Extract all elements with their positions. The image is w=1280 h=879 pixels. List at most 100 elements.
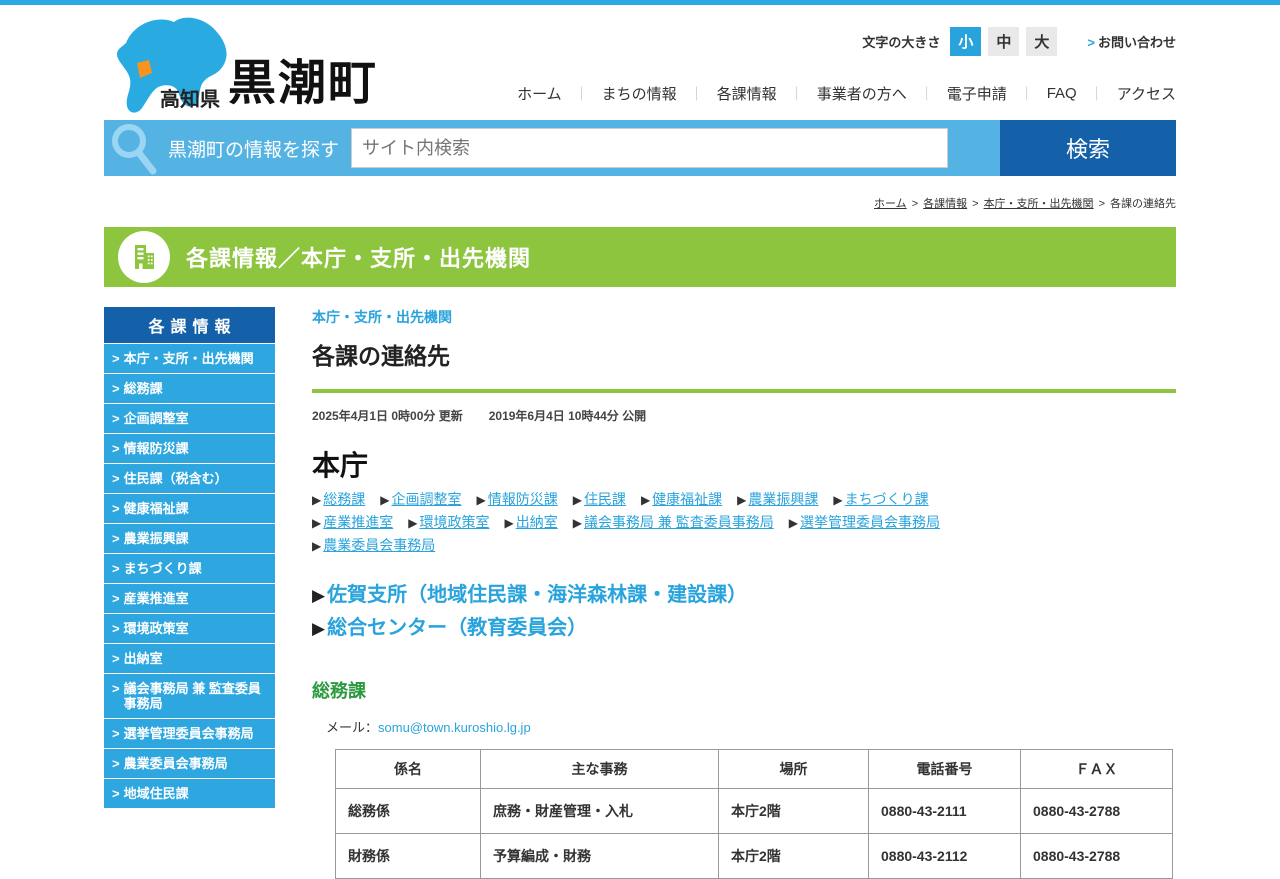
dept-link-item: ▶ 選挙管理委員会事務局 — [789, 514, 940, 530]
breadcrumb-current: 各課の連絡先 — [1110, 198, 1176, 210]
chevron-right-icon: > — [112, 531, 120, 546]
sidebar-item-label: 環境政策室 — [123, 621, 189, 636]
nav-item-2[interactable]: まちの情報 — [589, 83, 690, 104]
chevron-right-icon: > — [112, 651, 120, 666]
table-header-cell: 主な事務 — [480, 749, 719, 789]
sidebar-item[interactable]: > 産業推進室 — [104, 583, 275, 613]
breadcrumb-link[interactable]: ホーム — [874, 198, 907, 210]
font-size-button-小[interactable]: 小 — [950, 27, 982, 56]
dept-link[interactable]: 選挙管理委員会事務局 — [800, 514, 940, 530]
sidebar-item[interactable]: > 情報防災課 — [104, 433, 275, 463]
chevron-right-icon: > — [1087, 35, 1095, 50]
dept-link[interactable]: まちづくり課 — [845, 491, 929, 507]
soumu-heading: 総務課 — [312, 681, 366, 701]
category-link[interactable]: 本庁・支所・出先機関 — [312, 309, 452, 325]
sidebar-item[interactable]: > 地域住民課 — [104, 778, 275, 808]
sidebar-item-label: 住民課（税含む） — [123, 471, 228, 486]
nav-item-3[interactable]: 各課情報 — [704, 83, 790, 104]
banner-title: 各課情報／本庁・支所・出先機関 — [186, 246, 532, 271]
search-icon — [112, 124, 157, 175]
dept-link[interactable]: 産業推進室 — [323, 514, 393, 530]
dept-link[interactable]: 出納室 — [516, 514, 558, 530]
dept-link[interactable]: 農業振興課 — [748, 491, 818, 507]
mail-link[interactable]: somu@town.kuroshio.lg.jp — [378, 720, 531, 735]
branch-link-line: ▶ 佐賀支所（地域住民課・海洋森林課・建設課） — [312, 579, 1176, 612]
sidebar-item[interactable]: > 農業委員会事務局 — [104, 748, 275, 778]
triangle-bullet-icon: ▶ — [833, 493, 843, 507]
dept-link[interactable]: 住民課 — [584, 491, 626, 507]
dept-link[interactable]: 情報防災課 — [488, 491, 558, 507]
table-cell: 本庁2階 — [718, 788, 869, 834]
sidebar-item-label: 健康福祉課 — [123, 501, 189, 516]
font-size-button-中[interactable]: 中 — [988, 27, 1020, 56]
nav-separator: ｜ — [1019, 85, 1034, 102]
dept-link[interactable]: 農業委員会事務局 — [323, 537, 435, 553]
sidebar-item-label: 企画調整室 — [123, 411, 189, 426]
sidebar-item[interactable]: > 企画調整室 — [104, 403, 275, 433]
sidebar-item-label: 本庁・支所・出先機関 — [123, 351, 254, 366]
sidebar-item[interactable]: > 議会事務局 兼 監査委員事務局 — [104, 673, 275, 718]
sidebar-item[interactable]: > まちづくり課 — [104, 553, 275, 583]
sidebar-item-label: 農業委員会事務局 — [123, 756, 228, 771]
dept-link[interactable]: 健康福祉課 — [652, 491, 722, 507]
dept-link[interactable]: 企画調整室 — [391, 491, 461, 507]
table-cell: 0880-43-2112 — [868, 833, 1021, 879]
sidebar-item[interactable]: > 住民課（税含む） — [104, 463, 275, 493]
dept-link-item: ▶ 情報防災課 — [476, 491, 557, 507]
chevron-right-icon: > — [112, 681, 120, 696]
branch-links: ▶ 佐賀支所（地域住民課・海洋森林課・建設課） ▶ 総合センター（教育委員会） — [312, 579, 1176, 645]
dept-link-item: ▶ 産業推進室 — [312, 514, 393, 530]
sidebar-item[interactable]: > 農業振興課 — [104, 523, 275, 553]
search-input[interactable] — [351, 128, 949, 168]
dept-link[interactable]: 議会事務局 兼 監査委員事務局 — [584, 514, 774, 530]
site-logo[interactable]: 高知県 黒潮町 — [104, 9, 464, 119]
nav-item-7[interactable]: アクセス — [1104, 83, 1176, 104]
dept-link-item: ▶ 企画調整室 — [380, 491, 461, 507]
breadcrumb-separator: > — [911, 198, 919, 210]
font-size-button-大[interactable]: 大 — [1026, 27, 1058, 56]
table-header-cell: ＦＡＸ — [1020, 749, 1173, 789]
search-band: 黒潮町の情報を探す 検索 — [104, 120, 1176, 176]
dept-link[interactable]: 環境政策室 — [419, 514, 489, 530]
dept-link-item: ▶ 健康福祉課 — [641, 491, 722, 507]
sidebar-item-label: 総務課 — [123, 381, 163, 396]
triangle-bullet-icon: ▶ — [312, 586, 326, 605]
sidebar-item[interactable]: > 健康福祉課 — [104, 493, 275, 523]
nav-item-4[interactable]: 事業者の方へ — [804, 83, 920, 104]
sidebar-item[interactable]: > 環境政策室 — [104, 613, 275, 643]
table-header-cell: 係名 — [335, 749, 481, 789]
nav-item-1[interactable]: ホーム — [504, 83, 575, 104]
search-button[interactable]: 検索 — [1000, 120, 1176, 176]
chevron-right-icon: > — [112, 561, 120, 576]
table-cell: 財務係 — [335, 833, 481, 879]
category-banner: 各課情報／本庁・支所・出先機関 — [104, 227, 1176, 287]
branch-link[interactable]: 佐賀支所（地域住民課・海洋森林課・建設課） — [327, 584, 747, 606]
updated-date: 2025年4月1日 0時00分 更新 — [312, 409, 463, 423]
sidebar-item-label: 産業推進室 — [123, 591, 189, 606]
chevron-right-icon: > — [112, 441, 120, 456]
contact-link[interactable]: > お問い合わせ — [1087, 32, 1176, 51]
chevron-right-icon: > — [112, 411, 120, 426]
table-cell: 0880-43-2788 — [1020, 833, 1173, 879]
triangle-bullet-icon: ▶ — [640, 493, 651, 507]
sidebar-item[interactable]: > 本庁・支所・出先機関 — [104, 343, 275, 373]
branch-link[interactable]: 総合センター（教育委員会） — [327, 617, 587, 639]
nav-item-5[interactable]: 電子申請 — [934, 83, 1020, 104]
breadcrumb-link[interactable]: 各課情報 — [923, 198, 967, 210]
sidebar-item[interactable]: > 出納室 — [104, 643, 275, 673]
breadcrumb-link[interactable]: 本庁・支所・出先機関 — [984, 198, 1094, 210]
font-size-label: 文字の大きさ — [862, 35, 941, 50]
sidebar-item-label: 情報防災課 — [123, 441, 189, 456]
dept-link[interactable]: 総務課 — [323, 491, 365, 507]
contact-table: 係名 主な事務 場所 電話番号 ＦＡＸ 総務係 庶務・財産管理・入札 本庁2階 0880-43… — [335, 749, 1173, 879]
sidebar-title: 各課情報 — [104, 307, 275, 343]
table-header-cell: 場所 — [718, 749, 869, 789]
chevron-right-icon: > — [112, 471, 120, 486]
sidebar-item[interactable]: > 選挙管理委員会事務局 — [104, 718, 275, 748]
nav-item-6[interactable]: FAQ — [1034, 85, 1090, 102]
chevron-right-icon: > — [112, 756, 120, 771]
triangle-bullet-icon: ▶ — [572, 493, 582, 507]
triangle-bullet-icon: ▶ — [788, 516, 798, 530]
sidebar-item[interactable]: > 総務課 — [104, 373, 275, 403]
title-divider — [312, 389, 1176, 393]
